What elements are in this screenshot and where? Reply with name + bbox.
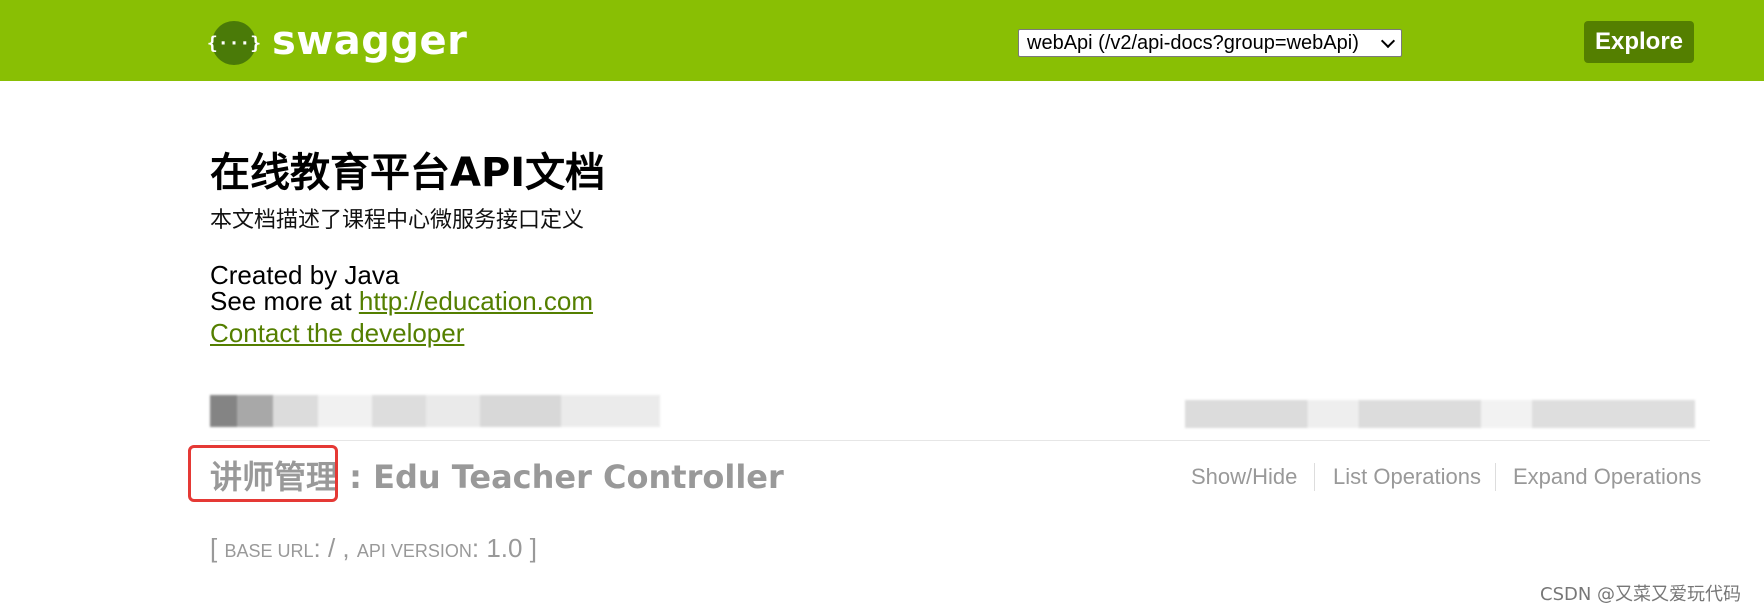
api-version-value: : 1.0 ]	[471, 533, 537, 563]
api-definition-value: webApi (/v2/api-docs?group=webApi)	[1027, 32, 1359, 54]
page-title: 在线教育平台API文档	[210, 150, 606, 196]
divider	[210, 440, 1710, 441]
expand-operations-link[interactable]: Expand Operations	[1513, 464, 1701, 490]
base-url-info: [ BASE URL: / , API VERSION: 1.0 ]	[210, 533, 537, 564]
action-divider	[1495, 463, 1496, 491]
csdn-watermark: CSDN @又菜又爱玩代码	[1540, 584, 1742, 605]
redacted-content-left	[210, 395, 660, 427]
list-operations-link[interactable]: List Operations	[1333, 464, 1481, 490]
controller-name-en[interactable]: Edu Teacher Controller	[373, 458, 784, 496]
explore-button[interactable]: Explore	[1584, 21, 1694, 63]
top-bar: {···} swagger webApi (/v2/api-docs?group…	[0, 0, 1764, 81]
base-url-label: BASE URL	[224, 541, 314, 561]
see-more-line: See more at http://education.com	[210, 286, 593, 317]
highlight-annotation-box	[188, 445, 338, 502]
action-divider	[1314, 463, 1315, 491]
see-more-link[interactable]: http://education.com	[359, 286, 593, 316]
base-url-open: [	[210, 533, 225, 563]
api-definition-select[interactable]: webApi (/v2/api-docs?group=webApi)	[1018, 29, 1402, 57]
chevron-down-icon	[1380, 33, 1396, 49]
base-url-value: : / ,	[313, 533, 357, 563]
show-hide-link[interactable]: Show/Hide	[1191, 464, 1297, 490]
page-description: 本文档描述了课程中心微服务接口定义	[210, 208, 585, 233]
controller-separator: :	[338, 458, 374, 496]
see-more-prefix: See more at	[210, 286, 359, 316]
swagger-logo-icon[interactable]: {···}	[207, 21, 261, 65]
contact-developer-link[interactable]: Contact the developer	[210, 318, 464, 349]
api-version-label: API VERSION	[356, 541, 472, 561]
redacted-content-right	[1185, 400, 1695, 428]
brand-name[interactable]: swagger	[272, 18, 467, 64]
